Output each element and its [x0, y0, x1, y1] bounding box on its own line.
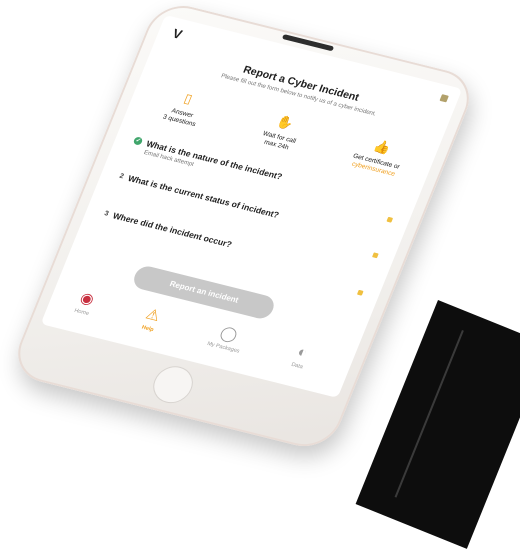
- tab-data[interactable]: ◐ Data: [267, 337, 335, 376]
- edit-icon[interactable]: [386, 216, 394, 223]
- tab-help[interactable]: ⚠ Help: [117, 300, 185, 339]
- question-number: 3: [103, 209, 110, 218]
- tab-home[interactable]: ◉ Home: [51, 284, 119, 323]
- app-logo: V: [170, 26, 186, 43]
- step-wait: ✋ Wait for call max 24h: [233, 105, 330, 159]
- question-text: Where did the incident occur?: [111, 210, 234, 250]
- check-icon: ✓: [132, 136, 144, 146]
- question-number: 2: [118, 172, 125, 180]
- tab-packages[interactable]: ◯ My Packages: [193, 319, 261, 358]
- arrow-icon[interactable]: [356, 289, 364, 296]
- arrow-icon[interactable]: [372, 252, 379, 259]
- menu-icon[interactable]: [439, 94, 449, 103]
- step-certificate: 👍 Get certificate or cyberinsurance: [330, 129, 427, 183]
- logo-mark: V: [170, 25, 185, 42]
- step-answer: ▯ Answer 3 questions: [136, 81, 233, 135]
